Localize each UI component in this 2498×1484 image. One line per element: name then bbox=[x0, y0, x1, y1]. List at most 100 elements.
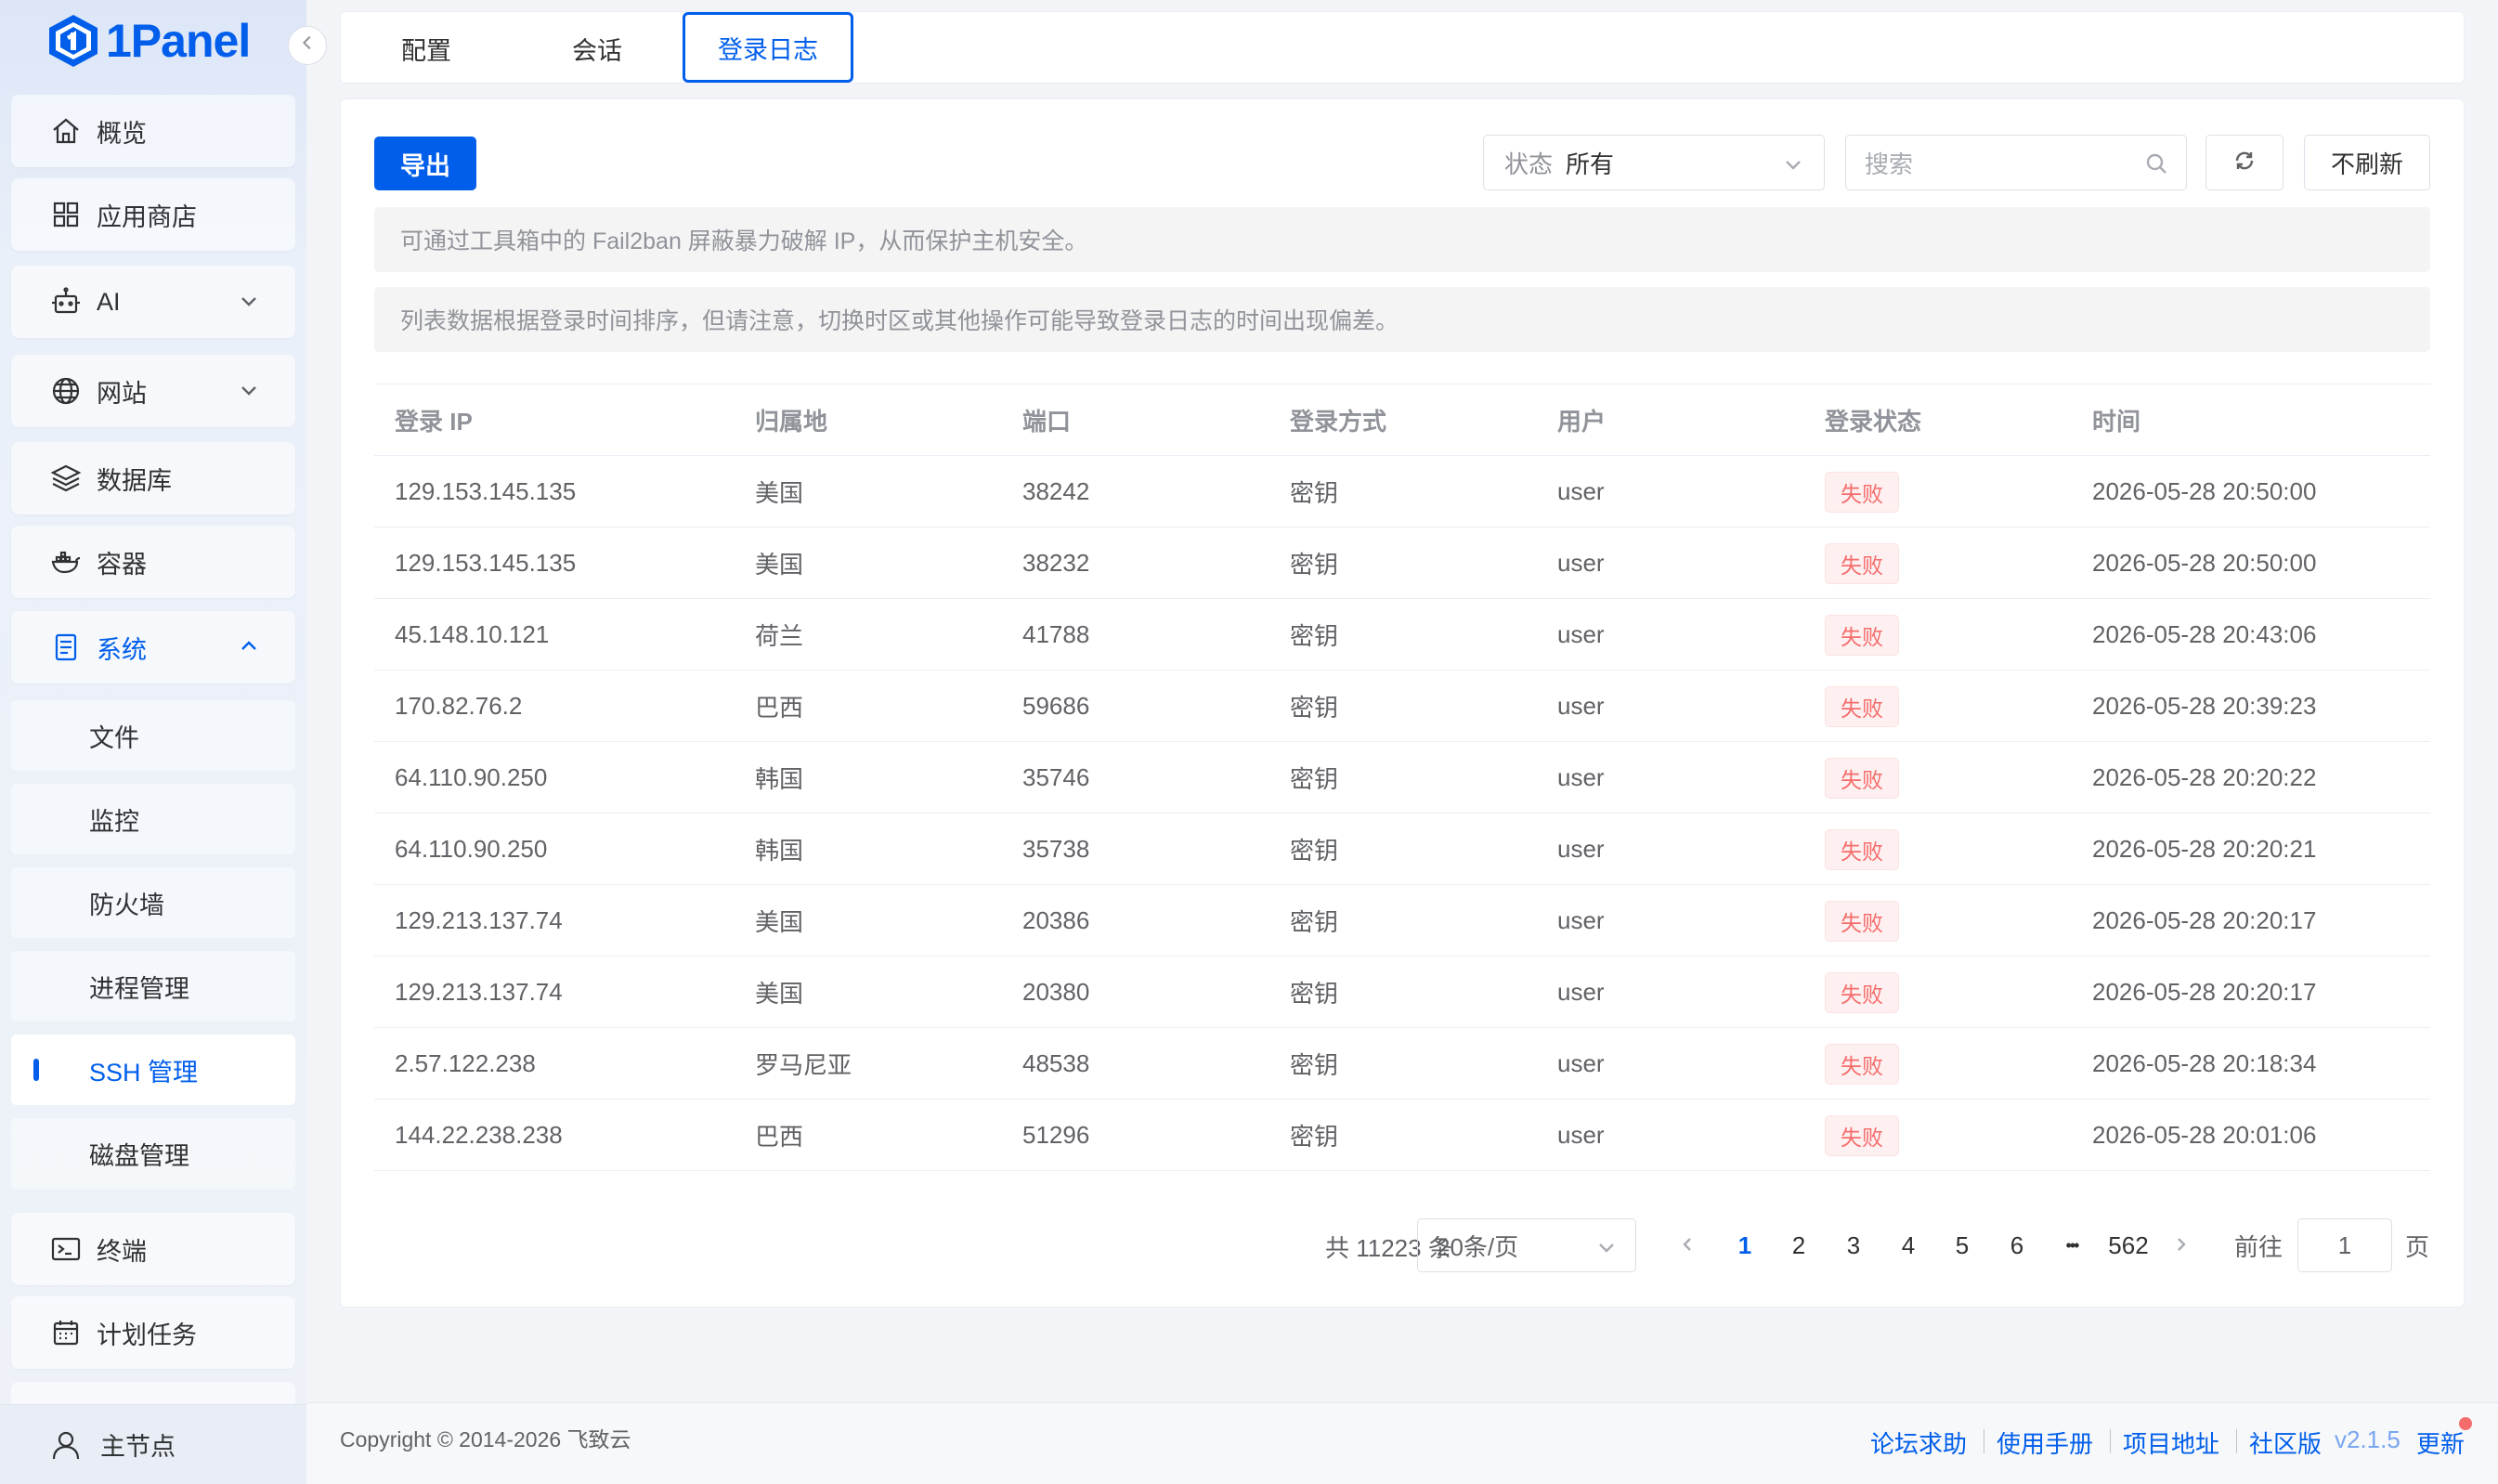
sidebar-item-label: 系统 bbox=[97, 635, 147, 664]
cell-status: 失败 bbox=[1825, 670, 1899, 742]
sidebar-item-database[interactable]: 数据库 bbox=[11, 442, 295, 514]
cell-user: user bbox=[1557, 1121, 1605, 1149]
cell-ip: 45.148.10.121 bbox=[395, 620, 550, 648]
cell-time: 2026-05-28 20:50:00 bbox=[2092, 549, 2317, 577]
sidebar-item-website[interactable]: 网站 bbox=[11, 355, 295, 427]
sidebar-item-cron[interactable]: 计划任务 bbox=[11, 1296, 295, 1369]
tab-sessions[interactable]: 会话 bbox=[512, 12, 683, 85]
grid-icon bbox=[50, 199, 82, 230]
app-name: 1Panel bbox=[106, 15, 251, 67]
update-link[interactable]: 更新 bbox=[2416, 1425, 2465, 1460]
sidebar-subitem-disk[interactable]: 磁盘管理 bbox=[11, 1118, 295, 1189]
cell-location: 巴西 bbox=[755, 694, 804, 722]
refresh-button[interactable] bbox=[2205, 135, 2283, 190]
chevron-right-icon bbox=[2172, 1231, 2191, 1260]
manual-link[interactable]: 使用手册 bbox=[1997, 1425, 2093, 1460]
cell-ip: 64.110.90.250 bbox=[395, 835, 548, 863]
sidebar-subitem-ssh[interactable]: SSH 管理 bbox=[11, 1035, 295, 1105]
column-header-time: 时间 bbox=[2092, 408, 2141, 436]
status-badge: 失败 bbox=[1825, 471, 1899, 513]
globe-icon bbox=[50, 375, 82, 407]
sidebar-item-label: 概览 bbox=[97, 119, 147, 148]
tab-config[interactable]: 配置 bbox=[341, 12, 512, 85]
tab-label: 配置 bbox=[401, 36, 451, 65]
cell-time: 2026-05-28 20:01:06 bbox=[2092, 1121, 2317, 1149]
table-row-partial bbox=[374, 1171, 2430, 1188]
docker-icon bbox=[50, 546, 82, 578]
goto-page-input[interactable]: 1 bbox=[2297, 1218, 2392, 1272]
tab-bar: 配置 会话 登录日志 bbox=[340, 11, 2465, 84]
cell-status: 失败 bbox=[1825, 527, 1899, 599]
pagination-page-last[interactable]: 562 bbox=[2102, 1218, 2154, 1272]
cell-ip: 144.22.238.238 bbox=[395, 1121, 563, 1149]
search-input[interactable]: 搜索 bbox=[1845, 135, 2187, 190]
pagination-page-5[interactable]: 5 bbox=[1939, 1218, 1985, 1272]
cell-time: 2026-05-28 20:20:17 bbox=[2092, 906, 2317, 934]
sidebar-subitem-files[interactable]: 文件 bbox=[11, 700, 295, 771]
forum-link[interactable]: 论坛求助 bbox=[1870, 1425, 1967, 1460]
cell-port: 38242 bbox=[1022, 477, 1090, 505]
version-label: v2.1.5 bbox=[2335, 1425, 2400, 1453]
export-button[interactable]: 导出 bbox=[374, 137, 476, 190]
status-filter-select[interactable]: 状态 所有 bbox=[1483, 135, 1825, 190]
terminal-icon bbox=[50, 1233, 82, 1265]
sidebar-item-partial[interactable] bbox=[11, 1382, 295, 1404]
status-badge: 失败 bbox=[1825, 685, 1899, 727]
cell-location: 巴西 bbox=[755, 1123, 804, 1151]
column-header-user: 用户 bbox=[1557, 408, 1607, 436]
project-link[interactable]: 项目地址 bbox=[2123, 1425, 2219, 1460]
table-header: 登录 IP 归属地 端口 登录方式 用户 登录状态 时间 bbox=[374, 384, 2430, 456]
pagination-next-button[interactable] bbox=[2158, 1218, 2205, 1272]
sidebar-subitem-firewall[interactable]: 防火墙 bbox=[11, 867, 295, 938]
pagination-ellipsis[interactable]: ••• bbox=[2049, 1218, 2095, 1272]
column-header-auth-method: 登录方式 bbox=[1290, 408, 1387, 436]
cell-port: 38232 bbox=[1022, 549, 1090, 577]
sidebar-item-system[interactable]: 系统 bbox=[11, 611, 295, 683]
pagination-page-2[interactable]: 2 bbox=[1776, 1218, 1822, 1272]
column-header-status: 登录状态 bbox=[1825, 408, 1922, 436]
cell-port: 35746 bbox=[1022, 763, 1090, 791]
cell-ip: 129.153.145.135 bbox=[395, 549, 577, 577]
cell-port: 35738 bbox=[1022, 835, 1090, 863]
sidebar-subitem-monitor[interactable]: 监控 bbox=[11, 784, 295, 854]
pagination-page-1[interactable]: 1 bbox=[1722, 1218, 1768, 1272]
sidebar-item-ai[interactable]: AI bbox=[11, 266, 295, 338]
cell-port: 51296 bbox=[1022, 1121, 1090, 1149]
pagination-page-3[interactable]: 3 bbox=[1830, 1218, 1877, 1272]
sidebar-subitem-process[interactable]: 进程管理 bbox=[11, 951, 295, 1022]
tab-login-log[interactable]: 登录日志 bbox=[683, 12, 853, 83]
chevron-down-icon bbox=[1783, 152, 1803, 181]
sidebar-item-app-store[interactable]: 应用商店 bbox=[11, 178, 295, 251]
cell-auth-method: 密钥 bbox=[1290, 1051, 1339, 1079]
cell-ip: 170.82.76.2 bbox=[395, 692, 523, 720]
goto-label: 前往 bbox=[2234, 1232, 2283, 1261]
pagination-prev-button[interactable] bbox=[1664, 1218, 1711, 1272]
host-selector[interactable]: 主节点 bbox=[0, 1404, 306, 1484]
pagination-page-6[interactable]: 6 bbox=[1994, 1218, 2040, 1272]
footer-divider bbox=[2236, 1429, 2237, 1453]
auto-refresh-select[interactable]: 不刷新 bbox=[2304, 135, 2430, 190]
sidebar-item-terminal[interactable]: 终端 bbox=[11, 1213, 295, 1285]
app-logo[interactable]: 1Panel bbox=[46, 13, 251, 69]
tab-label: 会话 bbox=[572, 36, 622, 65]
status-badge: 失败 bbox=[1825, 1114, 1899, 1156]
cell-ip: 2.57.122.238 bbox=[395, 1049, 536, 1077]
status-filter-label: 状态 bbox=[1504, 150, 1554, 178]
status-badge: 失败 bbox=[1825, 900, 1899, 942]
table-row: 129.153.145.135 美国 38242 密钥 user 失败 2026-05-28… bbox=[374, 456, 2430, 527]
sidebar-subitem-label: 进程管理 bbox=[89, 974, 189, 1003]
edition-link[interactable]: 社区版 bbox=[2249, 1425, 2322, 1460]
cell-ip: 129.213.137.74 bbox=[395, 978, 563, 1006]
sidebar-item-overview[interactable]: 概览 bbox=[11, 95, 295, 167]
status-badge: 失败 bbox=[1825, 828, 1899, 870]
page-size-select[interactable]: 20条/页 bbox=[1417, 1218, 1636, 1272]
sidebar-item-container[interactable]: 容器 bbox=[11, 526, 295, 598]
cell-time: 2026-05-28 20:20:22 bbox=[2092, 763, 2317, 791]
cell-port: 48538 bbox=[1022, 1049, 1090, 1077]
sidebar-collapse-button[interactable] bbox=[288, 26, 327, 65]
tab-label: 登录日志 bbox=[718, 35, 818, 64]
column-header-port: 端口 bbox=[1022, 408, 1072, 436]
sidebar-item-label: 容器 bbox=[97, 550, 147, 579]
pagination-page-4[interactable]: 4 bbox=[1885, 1218, 1932, 1272]
chevron-down-icon bbox=[238, 290, 260, 312]
